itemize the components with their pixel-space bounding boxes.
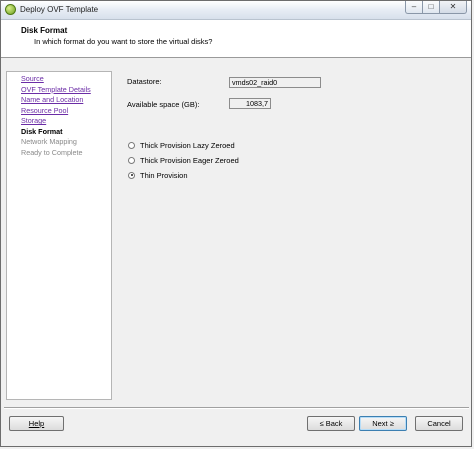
wizard-header: Disk Format In which format do you want …	[1, 20, 471, 58]
radio-thick-eager[interactable]	[128, 156, 135, 164]
title-bar[interactable]: Deploy OVF Template – □ ✕	[1, 1, 471, 20]
help-button-label: Help	[28, 419, 45, 428]
option-thick-eager[interactable]: Thick Provision Eager Zeroed	[128, 154, 239, 166]
option-thick-lazy[interactable]: Thick Provision Lazy Zeroed	[128, 139, 235, 151]
step-ready-to-complete: Ready to Complete	[21, 147, 83, 157]
step-ovf-template-details[interactable]: OVF Template Details	[21, 85, 111, 96]
radio-thick-lazy[interactable]	[128, 141, 135, 149]
thick-lazy-label: Thick Provision Lazy Zeroed	[140, 140, 235, 150]
available-space-field: 1083,7	[229, 98, 271, 109]
vsphere-app-icon	[5, 4, 16, 15]
step-source[interactable]: Source	[21, 74, 111, 85]
footer-divider	[4, 407, 469, 409]
cancel-button[interactable]: Cancel	[415, 416, 463, 431]
close-button[interactable]: ✕	[439, 1, 467, 14]
thin-label: Thin Provision	[140, 170, 188, 180]
help-button[interactable]: Help	[9, 416, 64, 431]
thick-eager-label: Thick Provision Eager Zeroed	[140, 155, 239, 165]
step-name-and-location[interactable]: Name and Location	[21, 95, 111, 106]
back-button[interactable]: ≤ Back	[307, 416, 355, 431]
step-storage[interactable]: Storage	[21, 116, 111, 127]
disk-format-panel: Datastore: vmds02_raid0 Available space …	[118, 71, 470, 400]
step-disk-format: Disk Format	[21, 126, 63, 136]
window-controls: – □ ✕	[405, 1, 467, 15]
window-title: Deploy OVF Template	[20, 5, 99, 14]
next-button[interactable]: Next ≥	[359, 416, 407, 431]
maximize-button[interactable]: □	[422, 1, 439, 14]
datastore-label: Datastore:	[127, 77, 162, 86]
step-resource-pool[interactable]: Resource Pool	[21, 106, 111, 117]
radio-thin[interactable]	[128, 171, 135, 179]
wizard-steps-nav: Source OVF Template Details Name and Locat…	[6, 71, 112, 400]
option-thin[interactable]: Thin Provision	[128, 169, 188, 181]
deploy-ovf-window: Deploy OVF Template – □ ✕ Disk Format In…	[0, 0, 472, 447]
minimize-button[interactable]: –	[405, 1, 422, 14]
available-space-label: Available space (GB):	[127, 100, 200, 109]
step-network-mapping: Network Mapping	[21, 137, 77, 146]
step-list: Source OVF Template Details Name and Locat…	[7, 72, 111, 158]
page-subtitle: In which format do you want to store the…	[34, 37, 213, 46]
page-title: Disk Format	[21, 26, 68, 35]
datastore-field: vmds02_raid0	[229, 77, 321, 88]
